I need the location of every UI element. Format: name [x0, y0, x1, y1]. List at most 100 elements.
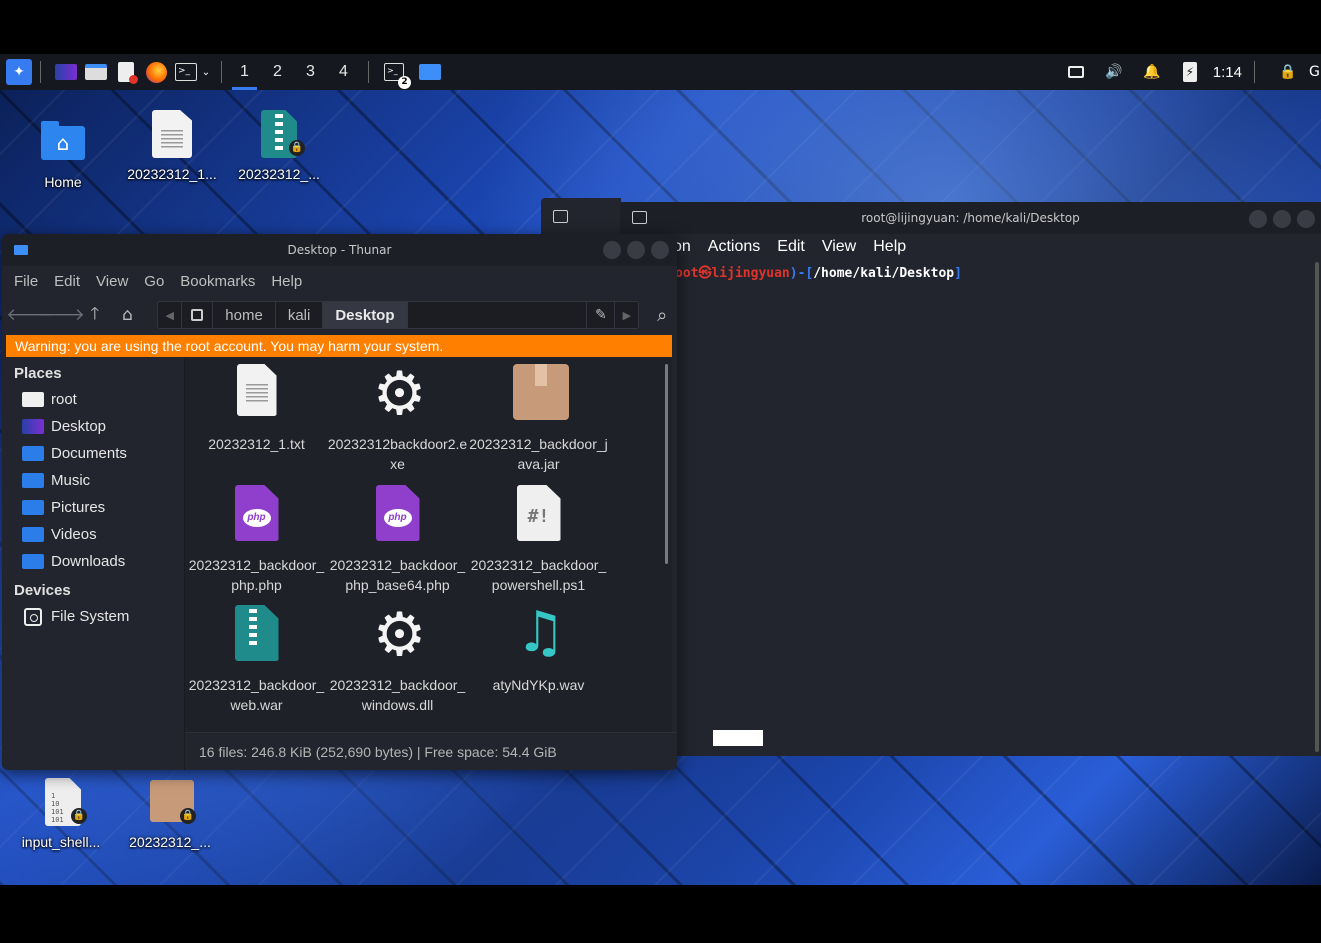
desktop-icon-home[interactable]: Home — [8, 118, 118, 190]
sidebar-devices-header: Devices — [14, 581, 71, 599]
thunar-title: Desktop - Thunar — [287, 243, 392, 257]
kali-menu-icon[interactable]: ✦ — [6, 59, 32, 85]
text-editor-icon[interactable] — [115, 61, 138, 84]
battery-icon[interactable]: ⚡ — [1179, 61, 1201, 83]
desktop-icon-package[interactable]: 🔒 20232312_... — [115, 778, 225, 850]
maximize-button[interactable] — [627, 241, 645, 259]
menu-file[interactable]: File — [14, 273, 38, 290]
home-folder-icon — [41, 118, 85, 166]
file-item[interactable]: 20232312_backdoor_php_base64.php — [327, 479, 468, 595]
terminal-prompt: oot㉿lijingyuan)-[/home/kali/Desktop] — [675, 262, 962, 281]
close-button[interactable] — [1297, 210, 1315, 228]
workspace-3[interactable]: 3 — [294, 54, 327, 90]
sidebar-item-file-system[interactable]: File System — [2, 603, 182, 630]
sidebar-item-desktop[interactable]: Desktop — [2, 413, 182, 440]
panel-right: 🔊 🔔 ⚡ 1:14 🔒 G — [1049, 54, 1321, 90]
thunar-window[interactable]: Desktop - Thunar File Edit View Go Bookm… — [2, 234, 677, 770]
desktop-icon-binary[interactable]: 1 10 101 101 🔒 input_shell... — [6, 778, 116, 850]
terminal-icon — [553, 210, 568, 223]
up-arrow-icon[interactable]: 🡑 — [80, 301, 110, 329]
thunar-window-controls — [603, 241, 669, 259]
sidebar-item-downloads[interactable]: Downloads — [2, 548, 182, 575]
pictures-folder-icon — [22, 500, 44, 515]
menu-actions[interactable]: Actions — [708, 238, 760, 256]
desktop-icon-archive[interactable]: 🔒 20232312_... — [224, 110, 334, 182]
desktop-icon-text-file[interactable]: 20232312_1... — [117, 110, 227, 182]
pathbar-scroll-left-icon[interactable]: ◀ — [158, 302, 183, 328]
workspace-4[interactable]: 4 — [327, 54, 360, 90]
file-item[interactable]: #! 20232312_backdoor_powershell.ps1 — [468, 479, 609, 595]
script-file-icon: #! — [513, 485, 565, 545]
file-item[interactable]: ⚙ 20232312backdoor2.exe — [327, 358, 468, 474]
lock-icon[interactable]: 🔒 — [1277, 61, 1299, 83]
file-item[interactable]: 20232312_1.txt — [186, 358, 327, 454]
menu-edit[interactable]: Edit — [777, 238, 805, 256]
prompt-path: /home/kali/Desktop — [813, 266, 955, 281]
terminal-scrollbar[interactable] — [1315, 262, 1319, 752]
clock[interactable]: 1:14 — [1213, 64, 1242, 81]
sidebar-item-videos[interactable]: Videos — [2, 521, 182, 548]
file-item[interactable]: 20232312_backdoor_java.jar — [468, 358, 609, 474]
menu-bookmarks[interactable]: Bookmarks — [180, 273, 255, 290]
pencil-icon[interactable]: ✎ — [586, 302, 614, 328]
thunar-titlebar[interactable]: Desktop - Thunar — [2, 234, 677, 266]
file-item[interactable]: ⚙ 20232312_backdoor_windows.dll — [327, 599, 468, 715]
desktop-icon-label: 20232312_1... — [127, 166, 217, 182]
file-manager-icon[interactable] — [85, 61, 107, 83]
minimize-button[interactable] — [603, 241, 621, 259]
crumb-home[interactable]: home — [213, 302, 276, 328]
menu-edit[interactable]: Edit — [54, 273, 80, 290]
file-name: 20232312_backdoor_php_base64.php — [329, 557, 466, 593]
taskbar-thunar[interactable] — [419, 61, 441, 83]
file-item[interactable]: 20232312_backdoor_web.war — [186, 599, 327, 715]
close-button[interactable] — [651, 241, 669, 259]
show-desktop-icon[interactable] — [55, 61, 77, 83]
file-name: 20232312_1.txt — [208, 436, 305, 452]
search-icon[interactable]: ⌕ — [647, 301, 677, 329]
file-item[interactable]: 20232312_backdoor_php.php — [186, 479, 327, 595]
pathbar-scroll-right-icon[interactable]: ▶ — [614, 302, 638, 328]
terminal-icon[interactable]: >_ — [175, 61, 197, 83]
thunar-sidebar: Places root Desktop Documents Music Pict… — [2, 358, 182, 770]
maximize-button[interactable] — [1273, 210, 1291, 228]
root-drive-icon[interactable] — [182, 302, 214, 328]
workspace-1[interactable]: 1 — [228, 54, 261, 90]
forward-arrow-icon[interactable]: 🡒 — [39, 301, 85, 329]
crumb-desktop[interactable]: Desktop — [323, 302, 408, 328]
home-icon[interactable]: ⌂ — [113, 301, 143, 329]
php-file-icon — [231, 485, 283, 545]
sidebar-item-label: root — [51, 391, 77, 408]
sidebar-item-label: Desktop — [51, 418, 107, 435]
notification-icon[interactable]: 🔔 — [1141, 61, 1163, 83]
menu-go[interactable]: Go — [144, 273, 164, 290]
desktop-icon-label: 20232312_... — [238, 166, 320, 182]
terminal-window-back[interactable] — [541, 198, 621, 234]
file-name: 20232312_backdoor_powershell.ps1 — [470, 557, 607, 593]
sidebar-item-documents[interactable]: Documents — [2, 440, 182, 467]
volume-icon[interactable]: 🔊 — [1103, 61, 1125, 83]
terminal-window[interactable]: root@lijingyuan: /home/kali/Desktop on A… — [620, 202, 1321, 756]
menu-view[interactable]: View — [822, 238, 856, 256]
sidebar-item-label: File System — [51, 608, 130, 625]
power-icon[interactable]: G — [1309, 61, 1321, 83]
terminal-menubar: on Actions Edit View Help — [620, 234, 1321, 260]
taskbar-terminal-group[interactable]: >_ 2 — [383, 61, 411, 89]
file-view-scrollbar[interactable] — [665, 364, 668, 564]
firefox-icon[interactable] — [145, 61, 167, 83]
menu-view[interactable]: View — [96, 273, 128, 290]
sidebar-item-pictures[interactable]: Pictures — [2, 494, 182, 521]
terminal-titlebar[interactable]: root@lijingyuan: /home/kali/Desktop — [620, 202, 1321, 234]
workspace-2[interactable]: 2 — [261, 54, 294, 90]
prompt-bracket-open: )-[ — [789, 266, 814, 281]
minimize-button[interactable] — [1249, 210, 1267, 228]
sidebar-item-root[interactable]: root — [2, 386, 182, 413]
file-item[interactable]: ♫ atyNdYKp.wav — [468, 599, 609, 695]
crumb-kali[interactable]: kali — [276, 302, 324, 328]
sidebar-item-music[interactable]: Music — [2, 467, 182, 494]
dropdown-icon[interactable]: ⌄ — [199, 61, 213, 83]
pathbar-fill — [408, 302, 587, 328]
menu-help[interactable]: Help — [873, 238, 906, 256]
display-icon[interactable] — [1065, 61, 1087, 83]
menu-help[interactable]: Help — [271, 273, 302, 290]
thunar-toolbar: 🡐 🡒 🡑 ⌂ ◀ home kali Desktop ✎ ▶ ⌕ — [2, 296, 677, 334]
